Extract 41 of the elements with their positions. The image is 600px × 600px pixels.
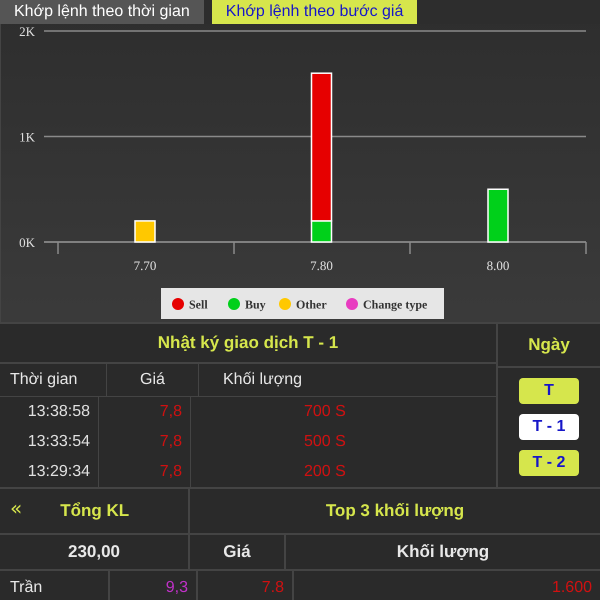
collapse-button[interactable]: «	[0, 496, 22, 526]
table-cell: 1.600	[552, 579, 592, 597]
day-button[interactable]: T - 2	[519, 450, 579, 476]
y-tick-label: 0K	[19, 235, 35, 250]
column-header: Thời gian	[0, 364, 107, 396]
log-title: Nhật ký giao dịch T - 1	[158, 333, 338, 353]
table-cell: 9,3	[166, 579, 188, 597]
table-cell: 7,8	[99, 427, 191, 457]
table-cell: 13:38:58	[0, 397, 99, 427]
y-tick-label: 1K	[19, 130, 35, 144]
table-cell-text: 700 S	[303, 402, 347, 422]
x-tick-label: 8.00	[486, 258, 510, 273]
legend-label: Buy	[245, 298, 266, 312]
legend-label: Other	[296, 298, 327, 312]
day-title: Ngày	[528, 335, 570, 355]
total-label: Tổng KL	[60, 501, 130, 521]
table-cell: 7,8	[99, 397, 191, 427]
column-header: Giá	[107, 364, 199, 396]
bar	[487, 188, 509, 243]
x-tick-label: 7.70	[134, 258, 156, 273]
table-cell-text: Trần	[10, 579, 44, 597]
tab[interactable]: Khớp lệnh theo bước giá	[212, 0, 418, 24]
column-header: Khối lượng	[222, 370, 304, 390]
table-cell: 13:29:34	[0, 457, 99, 487]
tab[interactable]: Khớp lệnh theo thời gian	[0, 0, 204, 24]
table-cell: 7,8	[99, 457, 191, 487]
legend-label: Change type	[363, 298, 428, 312]
x-tick-label: 7.80	[310, 258, 333, 273]
y-tick-label: 2K	[19, 24, 35, 39]
top-title: Top 3 khối lượng	[326, 501, 464, 521]
total-value: 230,00	[68, 542, 120, 562]
table-cell: 7.8	[262, 579, 284, 597]
table-cell: 13:33:54	[0, 427, 99, 457]
column-header: Giá	[223, 542, 251, 562]
column-header: Khối lượng	[396, 542, 490, 562]
day-button[interactable]: T	[519, 378, 579, 404]
day-button[interactable]: T - 1	[519, 414, 579, 440]
bar	[134, 220, 156, 243]
legend-label: Sell	[189, 298, 208, 312]
table-cell-text: 200 S	[303, 462, 347, 482]
table-cell-text: 500 S	[303, 432, 347, 452]
